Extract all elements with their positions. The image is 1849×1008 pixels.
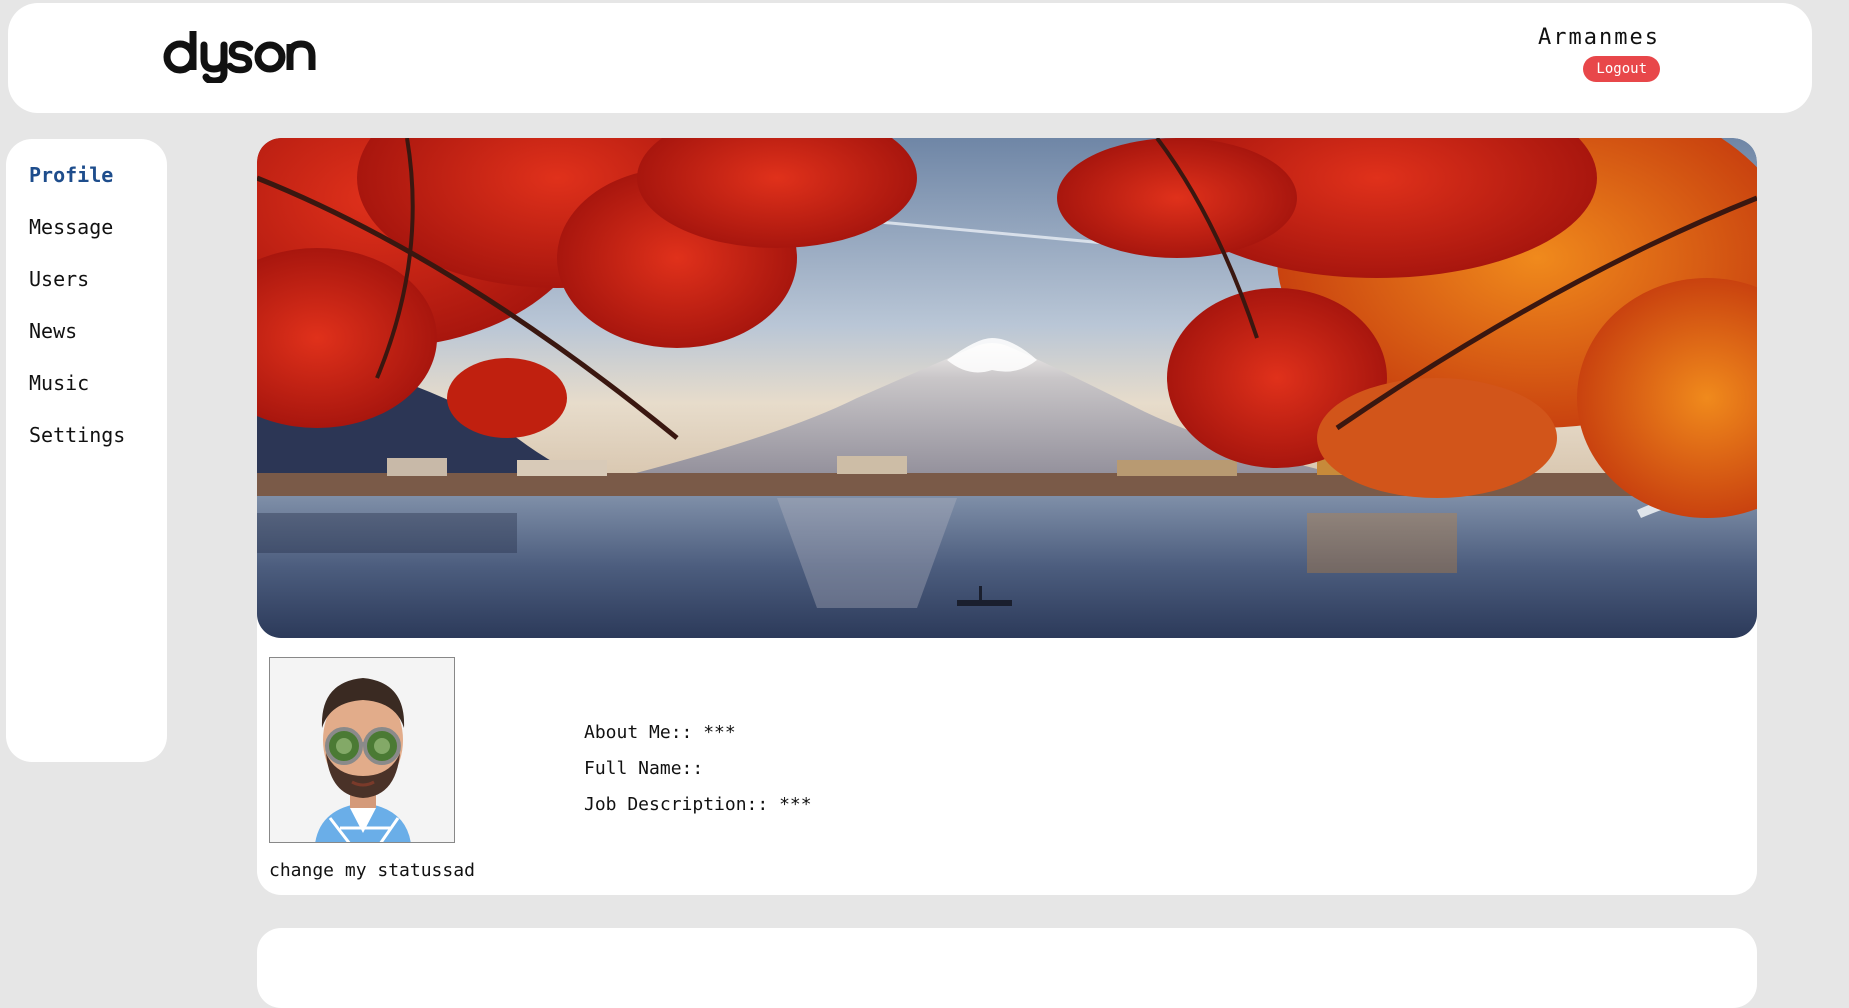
sidebar-item-music[interactable]: Music [29,357,167,409]
top-header: Armanmes Logout [8,3,1812,113]
sidebar-item-users[interactable]: Users [29,253,167,305]
posts-card [257,928,1757,1008]
username-label: Armanmes [1538,25,1660,50]
logout-button[interactable]: Logout [1583,56,1660,82]
user-block: Armanmes Logout [1538,25,1660,82]
sidebar-item-settings[interactable]: Settings [29,409,167,461]
sidebar-item-profile[interactable]: Profile [29,149,167,201]
dyson-logo[interactable] [160,21,320,87]
job-description-label: Job Description:: *** [584,794,812,815]
status-text[interactable]: change my statussad [269,860,475,881]
full-name-label: Full Name:: [584,758,704,779]
cover-image [257,138,1757,638]
sidebar-item-message[interactable]: Message [29,201,167,253]
profile-info: About Me:: *** Full Name:: Job Descripti… [584,715,812,823]
dyson-logo-mark [163,31,316,85]
sidebar-nav: Profile Message Users News Music Setting… [6,139,167,762]
avatar-illustration [270,658,454,842]
about-me-label: About Me:: *** [584,722,736,743]
sidebar-item-news[interactable]: News [29,305,167,357]
cover-landscape [257,138,1757,638]
avatar[interactable] [269,657,455,843]
profile-card: change my statussad About Me:: *** Full … [257,138,1757,895]
